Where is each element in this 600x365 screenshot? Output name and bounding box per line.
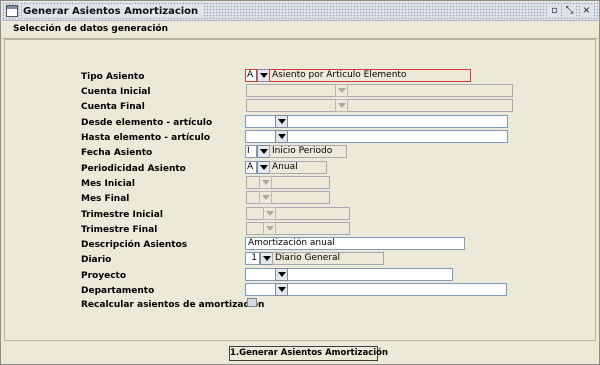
footer-bar: 1.Generar Asientos Amortización — [4, 341, 596, 363]
cuenta-final-label: Cuenta Final — [81, 102, 145, 112]
cuenta-inicial-dropdown-arrow — [335, 84, 348, 97]
cuenta-inicial-field — [246, 84, 513, 97]
recalcular-label: Recalcular asientos de amortización — [81, 300, 265, 310]
periodicidad-code-field[interactable]: A — [245, 161, 257, 174]
trimestre-final-dropdown-arrow — [263, 222, 276, 235]
generar-asientos-window: Generar Asientos Amortizacion ▫ ⤡ × Sele… — [0, 0, 600, 365]
diario-label: Diario — [81, 255, 112, 265]
window-titlebar[interactable]: Generar Asientos Amortizacion ▫ ⤡ × — [2, 2, 598, 21]
desde-elemento-label: Desde elemento - artículo — [81, 118, 213, 128]
mes-final-dropdown-arrow — [259, 191, 272, 204]
proyecto-dropdown-arrow[interactable] — [275, 268, 288, 281]
maximize-icon[interactable]: ⤡ — [563, 5, 576, 17]
fecha-asiento-description: Inicio Periodo — [269, 145, 347, 158]
tipo-asiento-label: Tipo Asiento — [81, 72, 145, 82]
recalcular-checkbox[interactable] — [247, 298, 257, 307]
cuenta-final-field — [246, 99, 513, 112]
tipo-asiento-description: Asiento por Articulo Elemento — [269, 69, 471, 82]
restore-icon[interactable]: ▫ — [548, 5, 561, 17]
fecha-asiento-code-field[interactable]: I — [245, 145, 257, 158]
diario-code-field[interactable]: 1 — [245, 252, 260, 265]
diario-description: Diario General — [272, 252, 384, 265]
trimestre-inicial-dropdown-arrow — [263, 207, 276, 220]
section-header: Selección de datos generación — [2, 21, 598, 39]
trimestre-final-field — [246, 222, 350, 235]
mes-inicial-label: Mes Inicial — [81, 179, 135, 189]
mes-inicial-dropdown-arrow — [259, 176, 272, 189]
window-app-icon — [6, 5, 18, 17]
periodicidad-label: Periodicidad Asiento — [81, 164, 186, 174]
descripcion-label: Descripción Asientos — [81, 240, 188, 250]
trimestre-final-label: Trimestre Final — [81, 225, 158, 235]
window-title: Generar Asientos Amortizacion — [22, 5, 204, 18]
fecha-asiento-label: Fecha Asiento — [81, 148, 153, 158]
section-title: Selección de datos generación — [13, 24, 169, 34]
periodicidad-description: Anual — [269, 161, 327, 174]
close-icon[interactable]: × — [580, 5, 593, 17]
tipo-asiento-code-field[interactable]: A — [245, 69, 257, 82]
trimestre-inicial-field — [246, 207, 350, 220]
cuenta-final-dropdown-arrow — [335, 99, 348, 112]
proyecto-label: Proyecto — [81, 271, 127, 281]
departamento-dropdown-arrow[interactable] — [275, 283, 288, 296]
descripcion-input[interactable]: Amortización anual — [245, 237, 465, 250]
hasta-elemento-dropdown-arrow[interactable] — [275, 130, 288, 143]
trimestre-inicial-label: Trimestre Inicial — [81, 210, 163, 220]
cuenta-inicial-label: Cuenta Inicial — [81, 87, 151, 97]
departamento-label: Departamento — [81, 286, 155, 296]
generar-asientos-button[interactable]: 1.Generar Asientos Amortización — [229, 346, 388, 361]
hasta-elemento-label: Hasta elemento - artículo — [81, 133, 211, 143]
desde-elemento-dropdown-arrow[interactable] — [275, 115, 288, 128]
mes-final-label: Mes Final — [81, 194, 130, 204]
